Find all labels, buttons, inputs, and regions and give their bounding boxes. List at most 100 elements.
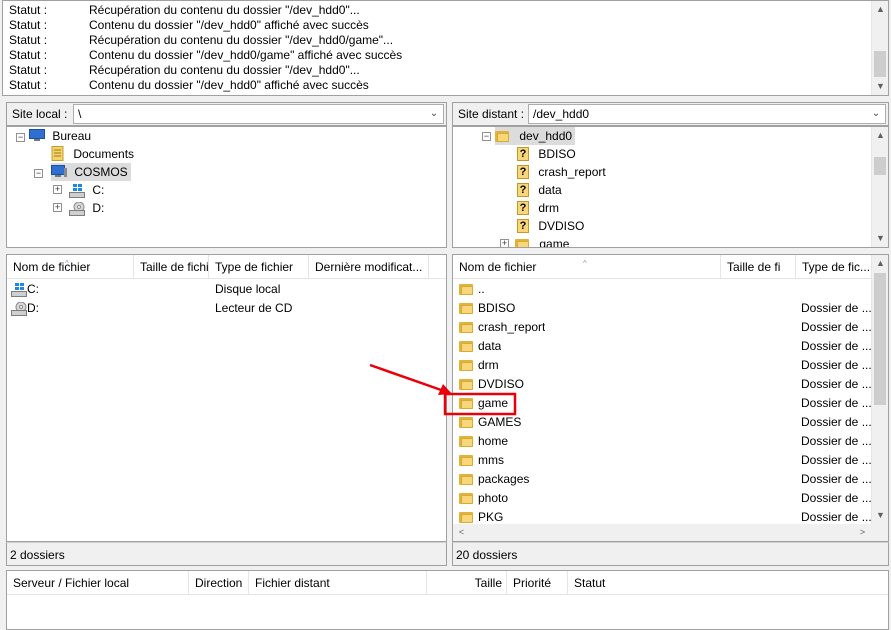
unknown-folder-icon: ? xyxy=(517,182,529,197)
queue-column-remote[interactable]: Fichier distant xyxy=(249,571,427,595)
scroll-down-icon[interactable]: ▼ xyxy=(872,230,888,247)
cd-drive-icon xyxy=(11,301,27,316)
folder-icon xyxy=(459,473,474,485)
list-item[interactable]: mms Dossier de ... xyxy=(453,451,873,470)
log-row: Statut : Contenu du dossier "/dev_hdd0" a… xyxy=(9,18,369,32)
local-path-combo[interactable]: \ ⌄ xyxy=(73,104,444,124)
unknown-folder-icon: ? xyxy=(517,146,529,161)
list-item[interactable]: BDISO Dossier de ... xyxy=(453,299,873,318)
scroll-thumb[interactable] xyxy=(874,51,886,77)
scroll-up-icon[interactable]: ▲ xyxy=(872,1,888,18)
unknown-folder-icon: ? xyxy=(517,218,529,233)
folder-icon xyxy=(515,238,530,247)
folder-icon xyxy=(459,454,474,466)
remote-path-combo[interactable]: /dev_hdd0 ⌄ xyxy=(528,104,886,124)
scroll-left-icon[interactable]: < xyxy=(453,524,470,541)
remote-tree-scrollbar[interactable]: ▲ ▼ xyxy=(871,127,888,247)
tree-item-documents[interactable]: Documents xyxy=(51,145,134,163)
queue-column-local[interactable]: Serveur / Fichier local xyxy=(7,571,189,595)
folder-icon xyxy=(459,492,474,504)
remote-list-hscrollbar[interactable]: < > xyxy=(453,524,888,541)
list-item[interactable]: packages Dossier de ... xyxy=(453,470,873,489)
list-item[interactable]: C: Disque local xyxy=(7,280,427,299)
log-row: Statut : Récupération du contenu du dossi… xyxy=(9,33,394,47)
documents-icon xyxy=(51,146,64,162)
tree-item-crash-report[interactable]: ? crash_report xyxy=(517,163,606,181)
computer-icon xyxy=(51,165,67,178)
sort-asc-icon: ^ xyxy=(65,259,69,268)
local-site-bar: Site local : \ ⌄ xyxy=(6,102,447,126)
queue-column-direction[interactable]: Direction xyxy=(189,571,249,595)
queue-column-size[interactable]: Taille xyxy=(427,571,507,595)
list-item[interactable]: D: Lecteur de CD xyxy=(7,299,427,318)
tree-item-dvdiso[interactable]: ? DVDISO xyxy=(517,217,584,235)
column-header-size[interactable]: Taille de fichi xyxy=(134,255,209,279)
folder-icon xyxy=(459,340,474,352)
desktop-icon xyxy=(29,129,45,142)
queue-column-status[interactable]: Statut xyxy=(568,571,708,595)
tree-item-dev-hdd0[interactable]: dev_hdd0 xyxy=(495,127,576,145)
windows-drive-icon xyxy=(11,282,27,297)
collapse-icon[interactable]: − xyxy=(34,169,43,178)
folder-icon xyxy=(459,302,474,314)
column-header-type[interactable]: Type de fichier xyxy=(209,255,309,279)
tree-item-drm[interactable]: ? drm xyxy=(517,199,559,217)
list-item[interactable]: .. xyxy=(453,280,873,299)
list-item[interactable]: data Dossier de ... xyxy=(453,337,873,356)
log-scrollbar[interactable]: ▲ ▼ xyxy=(871,1,888,95)
list-item[interactable]: home Dossier de ... xyxy=(453,432,873,451)
tree-item-game[interactable]: game xyxy=(515,235,569,247)
tree-item-bureau[interactable]: Bureau xyxy=(29,127,91,145)
remote-list-scrollbar[interactable]: ▲ ▼ xyxy=(871,255,888,524)
scroll-up-icon[interactable]: ▲ xyxy=(872,127,888,144)
unknown-folder-icon: ? xyxy=(517,164,529,179)
column-header-name[interactable]: Nom de fichier ^ xyxy=(453,255,721,279)
expand-icon[interactable]: + xyxy=(53,185,62,194)
message-log: Statut : Récupération du contenu du dossi… xyxy=(2,0,889,96)
tree-item-c-drive[interactable]: C: xyxy=(69,181,104,199)
queue-header: Serveur / Fichier local Direction Fichie… xyxy=(7,571,888,595)
folder-icon xyxy=(459,283,474,295)
column-header-name[interactable]: Nom de fichier ^ xyxy=(7,255,134,279)
transfer-queue: Serveur / Fichier local Direction Fichie… xyxy=(6,570,889,630)
local-list-header: Nom de fichier ^ Taille de fichi Type de … xyxy=(7,255,446,279)
scroll-thumb[interactable] xyxy=(874,273,886,405)
list-item[interactable]: photo Dossier de ... xyxy=(453,489,873,508)
log-row: Statut : Contenu du dossier "/dev_hdd0/ga… xyxy=(9,48,403,62)
local-path-value: \ xyxy=(78,107,82,121)
remote-list-header: Nom de fichier ^ Taille de fi Type de fic… xyxy=(453,255,888,279)
queue-column-priority[interactable]: Priorité xyxy=(507,571,568,595)
scroll-up-icon[interactable]: ▲ xyxy=(872,255,888,272)
folder-open-icon xyxy=(495,130,510,142)
scroll-down-icon[interactable]: ▼ xyxy=(872,507,888,524)
local-site-label: Site local : xyxy=(12,107,68,121)
cd-drive-icon xyxy=(69,201,85,216)
tree-item-d-drive[interactable]: D: xyxy=(69,199,104,217)
windows-drive-icon xyxy=(69,183,85,198)
tree-item-data[interactable]: ? data xyxy=(517,181,562,199)
tree-item-bdiso[interactable]: ? BDISO xyxy=(517,145,576,163)
remote-site-bar: Site distant : /dev_hdd0 ⌄ xyxy=(452,102,889,126)
folder-icon xyxy=(459,511,474,523)
unknown-folder-icon: ? xyxy=(517,200,529,215)
column-header-modified[interactable]: Dernière modificat... xyxy=(309,255,429,279)
remote-path-value: /dev_hdd0 xyxy=(533,107,590,121)
scroll-thumb[interactable] xyxy=(874,157,886,175)
chevron-down-icon[interactable]: ⌄ xyxy=(427,105,441,123)
folder-icon xyxy=(459,435,474,447)
list-item[interactable]: crash_report Dossier de ... xyxy=(453,318,873,337)
tree-item-cosmos[interactable]: COSMOS xyxy=(51,163,131,181)
expand-icon[interactable]: + xyxy=(500,239,509,247)
scroll-right-icon[interactable]: > xyxy=(854,524,871,541)
collapse-icon[interactable]: − xyxy=(482,132,491,141)
column-header-type[interactable]: Type de fic... xyxy=(796,255,876,279)
expand-icon[interactable]: + xyxy=(53,203,62,212)
sort-asc-icon: ^ xyxy=(583,259,587,268)
chevron-down-icon[interactable]: ⌄ xyxy=(869,105,883,123)
collapse-icon[interactable]: − xyxy=(16,133,25,142)
annotation-arrow xyxy=(369,363,517,416)
column-header-size[interactable]: Taille de fi xyxy=(721,255,796,279)
remote-site-label: Site distant : xyxy=(458,107,525,121)
folder-icon xyxy=(459,321,474,333)
scroll-down-icon[interactable]: ▼ xyxy=(872,78,888,95)
